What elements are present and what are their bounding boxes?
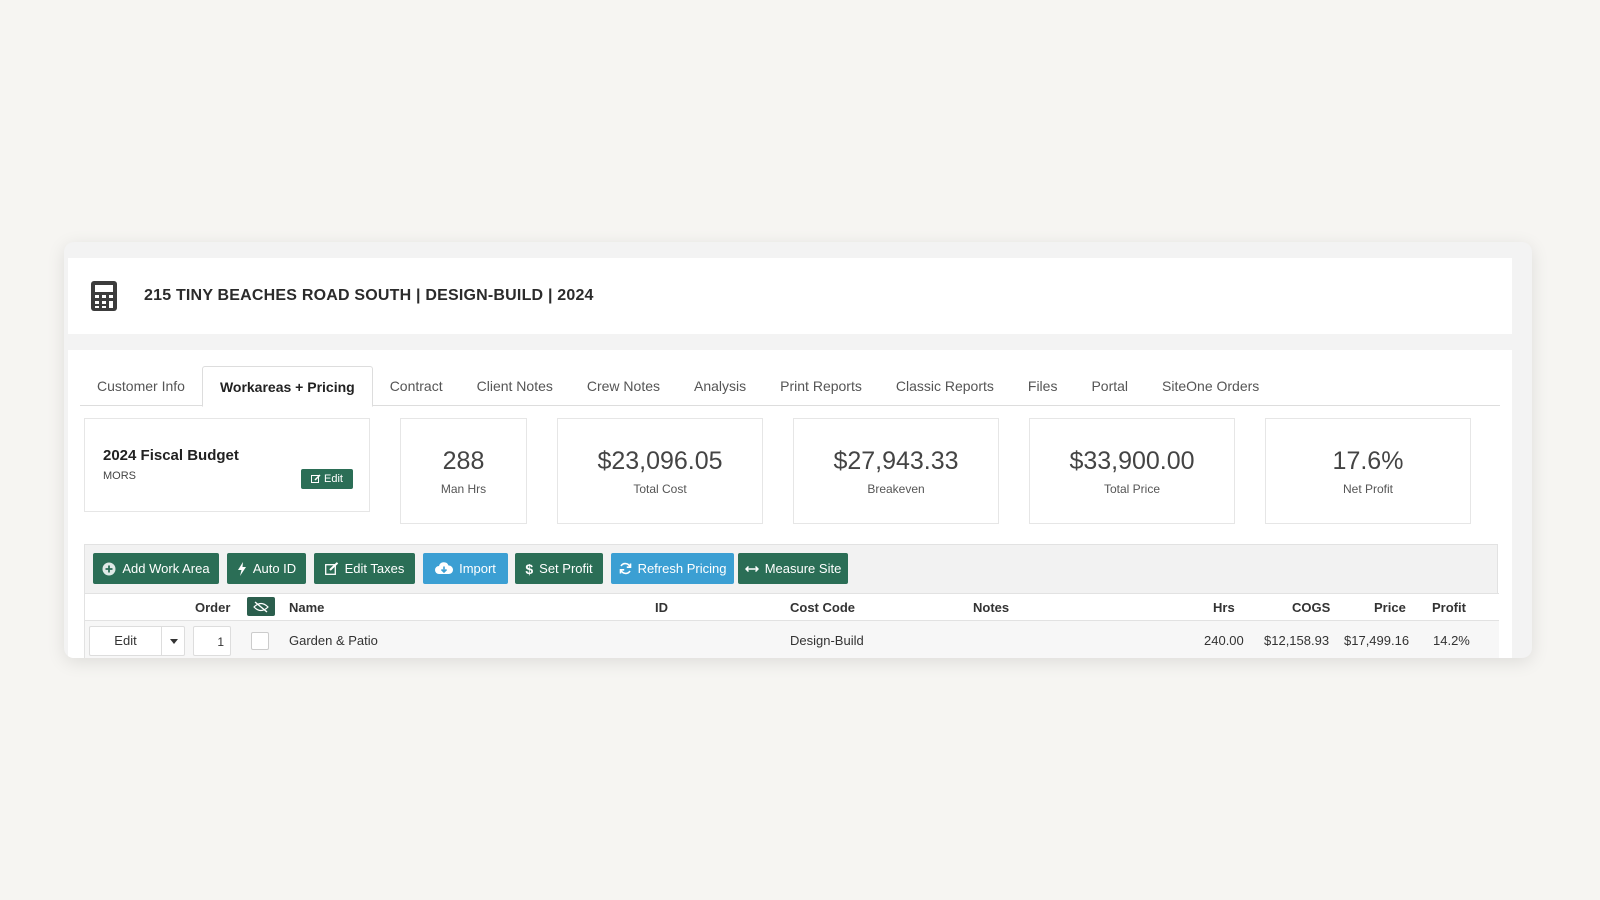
import-button[interactable]: Import	[423, 553, 508, 584]
stat-net-profit: 17.6% Net Profit	[1265, 418, 1471, 524]
workarea-toolbar: Add Work Area Auto ID Edit Taxes Import …	[84, 544, 1499, 658]
page-title: 215 TINY BEACHES ROAD SOUTH | DESIGN-BUI…	[144, 287, 594, 304]
stat-value: 288	[442, 447, 485, 475]
row-profit: 14.2%	[1433, 633, 1470, 648]
add-work-area-label: Add Work Area	[122, 561, 210, 576]
stat-label: Net Profit	[1342, 482, 1393, 496]
stat-total-cost: $23,096.05 Total Cost	[557, 418, 763, 524]
tab-bar: Customer Info Workareas + Pricing Contra…	[80, 366, 1500, 407]
budget-edit-button[interactable]: Edit	[301, 469, 353, 489]
add-work-area-button[interactable]: Add Work Area	[93, 553, 219, 584]
budget-title: 2024 Fiscal Budget	[103, 447, 239, 464]
tab-crew-notes[interactable]: Crew Notes	[570, 366, 677, 406]
column-notes[interactable]: Notes	[973, 600, 1009, 615]
dollar-icon: $	[525, 560, 534, 577]
row-edit-button[interactable]: Edit	[90, 627, 162, 655]
set-profit-label: Set Profit	[539, 561, 593, 576]
edit-taxes-button[interactable]: Edit Taxes	[314, 553, 415, 584]
row-edit-dropdown[interactable]: Edit	[89, 626, 185, 656]
tab-analysis[interactable]: Analysis	[677, 366, 763, 406]
stat-value: $23,096.05	[597, 447, 723, 475]
estimate-card: 215 TINY BEACHES ROAD SOUTH | DESIGN-BUI…	[64, 242, 1532, 658]
stat-value: 17.6%	[1332, 447, 1404, 475]
column-cost-code[interactable]: Cost Code	[790, 600, 855, 615]
stat-total-price: $33,900.00 Total Price	[1029, 418, 1235, 524]
eye-slash-icon	[253, 600, 269, 613]
column-hrs[interactable]: Hrs	[1213, 600, 1235, 615]
stat-man-hrs: 288 Man Hrs	[400, 418, 527, 524]
row-name[interactable]: Garden & Patio	[289, 633, 378, 648]
tab-customer-info[interactable]: Customer Info	[80, 366, 202, 406]
measure-site-button[interactable]: Measure Site	[738, 553, 848, 584]
budget-panel: 2024 Fiscal Budget MORS Edit	[84, 418, 370, 512]
tab-client-notes[interactable]: Client Notes	[460, 366, 570, 406]
row-cogs: $12,158.93	[1264, 633, 1330, 648]
column-price[interactable]: Price	[1374, 600, 1406, 615]
edit-taxes-label: Edit Taxes	[344, 561, 405, 576]
tab-contract[interactable]: Contract	[373, 366, 460, 406]
cloud-download-icon	[435, 562, 454, 574]
row-checkbox[interactable]	[251, 632, 269, 650]
row-price: $17,499.16	[1344, 633, 1410, 648]
arrows-horizontal-icon	[744, 565, 759, 572]
order-input[interactable]: 1	[193, 626, 231, 656]
tab-portal[interactable]: Portal	[1074, 366, 1145, 406]
import-label: Import	[459, 561, 496, 576]
measure-site-label: Measure Site	[764, 561, 842, 576]
refresh-icon	[619, 562, 631, 575]
refresh-pricing-label: Refresh Pricing	[637, 561, 727, 576]
edit-icon	[324, 562, 338, 575]
row-cost-code: Design-Build	[790, 633, 864, 648]
stat-label: Breakeven	[867, 482, 925, 496]
toggle-visibility-button[interactable]	[247, 597, 275, 616]
stat-label: Man Hrs	[440, 482, 487, 496]
column-id[interactable]: ID	[655, 600, 668, 615]
refresh-pricing-button[interactable]: Refresh Pricing	[611, 553, 734, 584]
calculator-icon	[91, 281, 117, 311]
estimate-body: Customer Info Workareas + Pricing Contra…	[68, 350, 1512, 658]
bolt-icon	[237, 561, 246, 576]
table-row: Edit 1 Garden & Patio Design-Build 240.0…	[85, 621, 1499, 658]
stat-value: $33,900.00	[1069, 447, 1195, 475]
tab-workareas-pricing[interactable]: Workareas + Pricing	[201, 366, 373, 407]
budget-subtitle: MORS	[103, 470, 136, 482]
stat-label: Total Price	[1103, 482, 1161, 496]
tab-print-reports[interactable]: Print Reports	[763, 366, 879, 406]
table-header: Order Name ID Cost Code Notes Hrs COGS P…	[85, 593, 1499, 621]
set-profit-button[interactable]: $ Set Profit	[515, 553, 603, 584]
chevron-down-icon[interactable]	[162, 627, 186, 655]
tab-siteone-orders[interactable]: SiteOne Orders	[1145, 366, 1276, 406]
stat-label: Total Cost	[633, 482, 687, 496]
row-hrs: 240.00	[1204, 633, 1244, 648]
stat-value: $27,943.33	[833, 447, 959, 475]
plus-circle-icon	[102, 562, 116, 575]
tab-classic-reports[interactable]: Classic Reports	[879, 366, 1011, 406]
edit-icon	[311, 474, 321, 483]
column-cogs[interactable]: COGS	[1292, 600, 1330, 615]
column-order[interactable]: Order	[195, 600, 230, 615]
auto-id-label: Auto ID	[252, 561, 297, 576]
budget-edit-label: Edit	[324, 473, 343, 485]
tab-files[interactable]: Files	[1011, 366, 1075, 406]
estimate-header: 215 TINY BEACHES ROAD SOUTH | DESIGN-BUI…	[68, 258, 1512, 334]
stat-breakeven: $27,943.33 Breakeven	[793, 418, 999, 524]
column-profit[interactable]: Profit	[1432, 600, 1466, 615]
column-name[interactable]: Name	[289, 600, 324, 615]
auto-id-button[interactable]: Auto ID	[227, 553, 306, 584]
